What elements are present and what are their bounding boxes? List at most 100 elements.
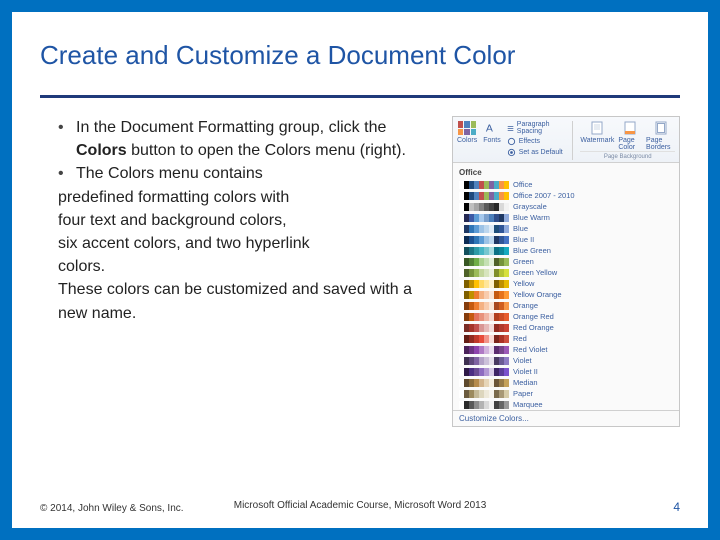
theme-swatches — [459, 291, 509, 299]
effects-icon — [507, 137, 516, 146]
theme-row[interactable]: Yellow — [453, 278, 679, 289]
theme-row[interactable]: Blue Green — [453, 245, 679, 256]
theme-name: Blue II — [513, 235, 534, 244]
theme-name: Marquee — [513, 400, 543, 409]
theme-swatches — [459, 258, 509, 266]
colors-menu-header: Office — [453, 166, 679, 179]
customize-colors[interactable]: Customize Colors... — [453, 410, 679, 426]
theme-swatches — [459, 324, 509, 332]
paragraph-spacing-label: Paragraph Spacing — [517, 121, 564, 135]
watermark-button[interactable]: Watermark — [580, 121, 614, 151]
title-underline — [40, 95, 680, 98]
bullet-2-cont5: These colors can be customized and saved… — [58, 278, 440, 324]
theme-name: Violet — [513, 356, 532, 365]
theme-list: Office Office 2007 - 2010GrayscaleBlue Wa… — [453, 179, 679, 410]
theme-row[interactable]: Orange Red — [453, 311, 679, 322]
theme-name: Office 2007 - 2010 — [513, 191, 575, 200]
theme-name: Blue Warm — [513, 213, 550, 222]
page-color-button[interactable]: Page Color — [618, 121, 642, 151]
bullet-2-cont4: colors. — [58, 255, 440, 278]
theme-name: Violet II — [513, 367, 538, 376]
text-column: In the Document Formatting group, click … — [40, 116, 440, 427]
theme-row[interactable]: Green — [453, 256, 679, 267]
effects-label: Effects — [519, 138, 540, 145]
theme-swatches — [459, 302, 509, 310]
bullet-1-pre: In the Document Formatting group, click … — [76, 119, 386, 136]
effects-button[interactable]: Effects — [507, 137, 564, 146]
page-borders-label: Page Borders — [646, 137, 675, 151]
paragraph-spacing-icon — [507, 124, 514, 133]
theme-swatches — [459, 313, 509, 321]
theme-swatches — [459, 346, 509, 354]
colors-dropdown: Office Office Office 2007 - 2010Grayscale… — [453, 163, 679, 426]
theme-name: Green — [513, 257, 534, 266]
body-row: In the Document Formatting group, click … — [40, 116, 680, 427]
theme-swatches — [459, 214, 509, 222]
watermark-icon — [590, 121, 604, 135]
fonts-button[interactable]: A Fonts — [483, 121, 501, 144]
bullet-dot — [58, 162, 76, 185]
footer-center: Microsoft Official Academic Course, Micr… — [40, 500, 680, 511]
set-default-label: Set as Default — [519, 149, 563, 156]
fonts-icon: A — [484, 121, 500, 135]
theme-row[interactable]: Blue II — [453, 234, 679, 245]
bullet-1-bold: Colors — [76, 142, 127, 159]
theme-row[interactable]: Office 2007 - 2010 — [453, 190, 679, 201]
theme-row[interactable]: Paper — [453, 388, 679, 399]
colors-button[interactable]: Colors — [457, 121, 477, 144]
theme-row[interactable]: Violet II — [453, 366, 679, 377]
page-borders-icon — [654, 121, 668, 135]
theme-name: Orange — [513, 301, 538, 310]
slide: Create and Customize a Document Color In… — [0, 0, 720, 540]
theme-row[interactable]: Green Yellow — [453, 267, 679, 278]
page-borders-button[interactable]: Page Borders — [646, 121, 675, 151]
bullet-1-text: In the Document Formatting group, click … — [76, 116, 440, 162]
page-background-group-label: Page Background — [580, 151, 675, 160]
theme-name: Red Violet — [513, 345, 547, 354]
theme-swatches — [459, 225, 509, 233]
bullet-1: In the Document Formatting group, click … — [58, 116, 440, 162]
colors-icon — [458, 121, 476, 135]
svg-text:A: A — [486, 123, 493, 135]
fonts-label: Fonts — [483, 137, 501, 144]
theme-row[interactable]: Blue — [453, 223, 679, 234]
theme-row[interactable]: Violet — [453, 355, 679, 366]
theme-row[interactable]: Marquee — [453, 399, 679, 410]
theme-name: Paper — [513, 389, 533, 398]
bullet-2-cont2: four text and background colors, — [58, 209, 440, 232]
theme-name: Blue — [513, 224, 528, 233]
colors-menu-screenshot: Colors A Fonts Paragraph Spacing Effects… — [452, 116, 680, 427]
theme-name: Blue Green — [513, 246, 551, 255]
theme-name: Red Orange — [513, 323, 554, 332]
theme-row[interactable]: Yellow Orange — [453, 289, 679, 300]
theme-swatches — [459, 401, 509, 409]
theme-swatches — [459, 203, 509, 211]
theme-row[interactable]: Red Orange — [453, 322, 679, 333]
theme-name: Office — [513, 180, 532, 189]
theme-row[interactable]: Grayscale — [453, 201, 679, 212]
theme-name: Red — [513, 334, 527, 343]
theme-name: Orange Red — [513, 312, 554, 321]
theme-swatches — [459, 181, 509, 189]
theme-swatches — [459, 192, 509, 200]
ribbon-separator — [572, 121, 573, 160]
set-default-button[interactable]: Set as Default — [507, 148, 564, 157]
theme-row[interactable]: Office — [453, 179, 679, 190]
theme-swatches — [459, 390, 509, 398]
set-default-icon — [507, 148, 516, 157]
theme-name: Median — [513, 378, 538, 387]
colors-label: Colors — [457, 137, 477, 144]
paragraph-spacing-button[interactable]: Paragraph Spacing — [507, 121, 564, 135]
theme-row[interactable]: Median — [453, 377, 679, 388]
theme-name: Yellow Orange — [513, 290, 562, 299]
bullet-2-cont1: predefined formatting colors with — [58, 186, 440, 209]
slide-title: Create and Customize a Document Color — [40, 40, 680, 77]
theme-row[interactable]: Orange — [453, 300, 679, 311]
theme-row[interactable]: Red Violet — [453, 344, 679, 355]
bullet-2-cont3: six accent colors, and two hyperlink — [58, 232, 440, 255]
page-color-icon — [623, 121, 637, 135]
theme-row[interactable]: Red — [453, 333, 679, 344]
bullet-dot — [58, 116, 76, 162]
bullet-1-post: button to open the Colors menu (right). — [127, 142, 406, 159]
theme-row[interactable]: Blue Warm — [453, 212, 679, 223]
